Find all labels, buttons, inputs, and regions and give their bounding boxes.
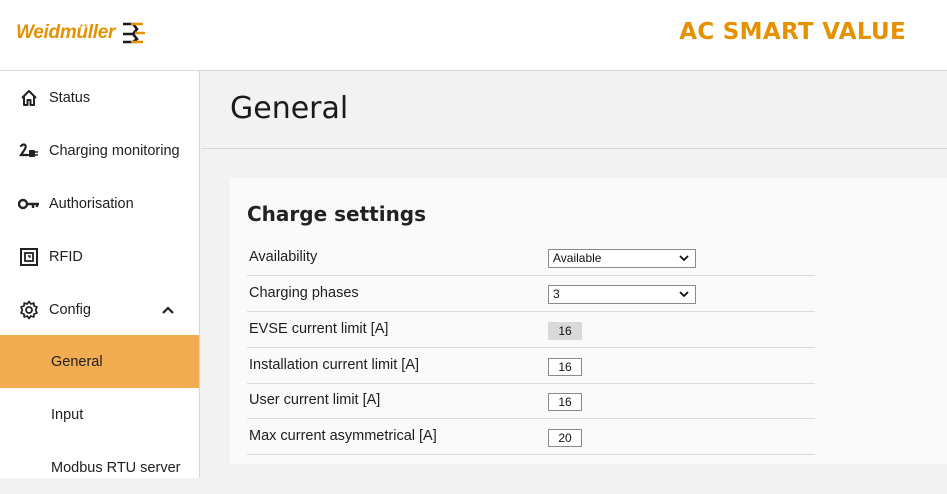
- page-title: General: [230, 91, 349, 126]
- sidebar-item-config[interactable]: Config: [0, 283, 199, 336]
- availability-select[interactable]: Available: [548, 249, 696, 268]
- charging-phases-select[interactable]: 3: [548, 285, 696, 304]
- sidebar-item-input[interactable]: Input: [0, 388, 199, 441]
- weidmuller-logo[interactable]: Weidmüller: [16, 22, 147, 44]
- sidebar-item-rfid[interactable]: RFID: [0, 230, 199, 283]
- sidebar-nav: Status Charging monitoring Authorisation…: [0, 71, 200, 478]
- row-label: EVSE current limit [A]: [249, 321, 389, 337]
- logo-mark-icon: [123, 22, 146, 44]
- sidebar-item-label: Input: [51, 406, 84, 423]
- sidebar-item-label: Config: [49, 301, 91, 318]
- installation-current-limit-input[interactable]: 16: [548, 358, 582, 376]
- sidebar-item-charging-monitoring[interactable]: Charging monitoring: [0, 124, 199, 177]
- sidebar-item-authorisation[interactable]: Authorisation: [0, 177, 199, 230]
- user-current-limit-input[interactable]: 16: [548, 393, 582, 411]
- charging-plug-icon: [18, 140, 40, 162]
- home-icon: [18, 87, 40, 109]
- key-icon: [18, 193, 40, 215]
- charge-settings-card: Charge settings Availability Available C…: [230, 178, 947, 464]
- evse-current-limit-field: 16: [548, 322, 582, 340]
- row-label: Availability: [249, 249, 318, 265]
- settings-row-availability: Availability Available: [247, 240, 815, 276]
- rfid-icon: [18, 246, 40, 268]
- sidebar-item-label: Authorisation: [49, 195, 134, 212]
- sidebar-item-modbus-rtu-server[interactable]: Modbus RTU server: [0, 441, 199, 494]
- sidebar-item-label: Modbus RTU server: [51, 459, 181, 476]
- sidebar-item-label: Status: [49, 89, 91, 106]
- chevron-up-icon[interactable]: [160, 302, 176, 318]
- settings-row-max-current-asymmetrical: Max current asymmetrical [A] 20: [247, 419, 815, 455]
- sidebar-item-status[interactable]: Status: [0, 71, 199, 124]
- row-label: Installation current limit [A]: [249, 357, 420, 373]
- sidebar-item-label: RFID: [49, 248, 83, 265]
- settings-row-installation-current-limit: Installation current limit [A] 16: [247, 348, 815, 384]
- section-title: Charge settings: [247, 202, 427, 226]
- sidebar-item-general[interactable]: General: [0, 335, 199, 388]
- settings-row-user-current-limit: User current limit [A] 16: [247, 383, 815, 419]
- page-title-bar: General: [201, 71, 947, 149]
- sidebar-item-label: Charging monitoring: [49, 142, 180, 159]
- max-current-asymmetrical-input[interactable]: 20: [548, 429, 582, 447]
- row-label: User current limit [A]: [249, 392, 381, 408]
- product-title: AC SMART VALUE: [679, 19, 906, 45]
- sidebar-item-label: General: [51, 353, 103, 370]
- chevron-down-icon: [679, 291, 689, 298]
- app-header: Weidmüller AC SMART VALUE: [0, 0, 947, 71]
- settings-row-evse-current-limit: EVSE current limit [A] 16: [247, 312, 815, 348]
- settings-row-charging-phases: Charging phases 3: [247, 276, 815, 312]
- chevron-down-icon: [679, 255, 689, 262]
- gear-icon: [18, 299, 40, 321]
- logo-text: Weidmüller: [16, 22, 116, 43]
- row-label: Max current asymmetrical [A]: [249, 428, 437, 444]
- row-label: Charging phases: [249, 285, 359, 301]
